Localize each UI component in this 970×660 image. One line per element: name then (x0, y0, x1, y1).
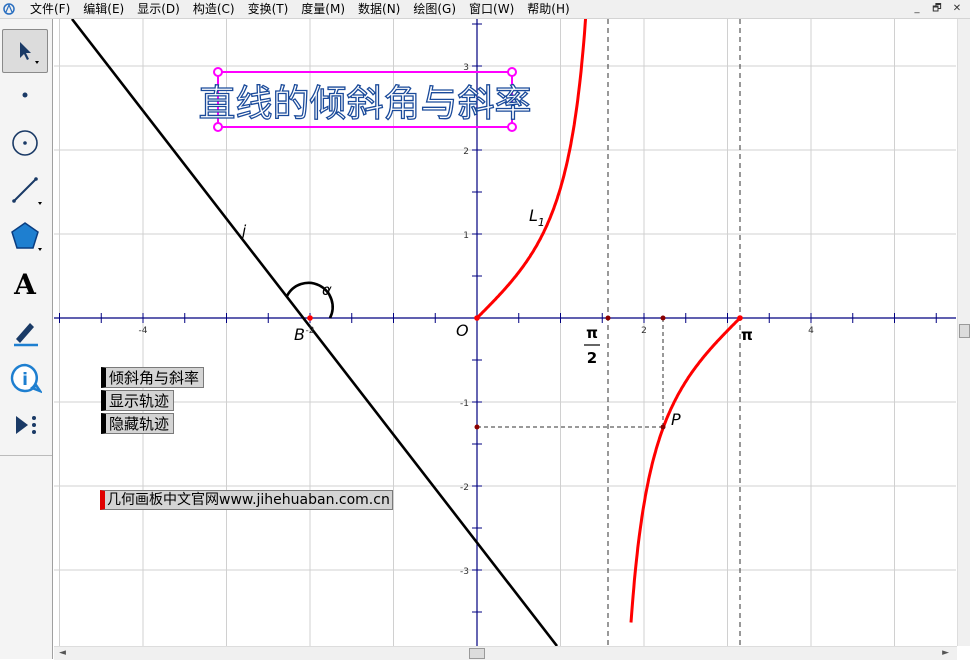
pi-label: π (741, 326, 753, 344)
y-tick-label: -1 (460, 399, 469, 409)
button-show-trace[interactable]: 显示轨迹 (101, 390, 175, 411)
line-j-label: j (240, 222, 247, 240)
polygon-icon (11, 222, 42, 251)
custom-tool[interactable] (2, 404, 48, 446)
minimize-button[interactable]: _ (908, 1, 926, 16)
curve-L1-right[interactable] (629, 316, 742, 623)
title-handle[interactable] (213, 67, 223, 77)
horizontal-scrollbar[interactable]: ◄ ► (54, 646, 957, 660)
menu-item[interactable]: 窗口(W) (469, 1, 514, 17)
information-tool[interactable]: i (2, 357, 48, 399)
pi-half-denominator: 2 (587, 349, 597, 367)
y-tick-label: 2 (463, 147, 469, 157)
point-p[interactable] (660, 424, 666, 430)
point-tool[interactable] (2, 74, 48, 116)
toolbox-divider (0, 455, 52, 456)
menu-item[interactable]: 文件(F) (30, 1, 70, 17)
compass-tool[interactable] (2, 122, 48, 164)
vertical-scroll-thumb[interactable] (959, 324, 970, 338)
menu-item[interactable]: 编辑(E) (83, 1, 124, 17)
y-tick-label: 1 (463, 231, 469, 241)
arrow-icon (20, 42, 39, 64)
compass-icon (12, 130, 38, 156)
y-tick-label: -2 (460, 483, 469, 493)
info-glyph: i (22, 370, 28, 390)
x-tick-label: 2 (641, 326, 647, 336)
close-button[interactable]: ✕ (948, 1, 966, 16)
graph-svg: O B P j α L1 π 2 π -4 -2 2 4321-1-2-3 直线的倾斜… (54, 19, 956, 646)
text-tool-icon: A (14, 267, 36, 301)
custom-tool-icon (16, 416, 36, 434)
y-tick-label: -3 (460, 567, 469, 577)
marker-icon (14, 323, 38, 347)
point-p-label: P (671, 410, 681, 429)
marker-tool[interactable] (2, 311, 48, 353)
information-icon: i (10, 363, 42, 394)
menu-item[interactable]: 数据(N) (358, 1, 400, 17)
app-icon (3, 3, 15, 15)
scroll-left-arrow-icon[interactable]: ◄ (59, 647, 66, 660)
toolbox: A i (0, 19, 53, 659)
vertical-scrollbar[interactable] (957, 19, 970, 646)
menu-item[interactable]: 变换(T) (248, 1, 289, 17)
point-b[interactable] (307, 315, 313, 321)
point-p-y[interactable] (474, 424, 480, 430)
point-icon (22, 92, 28, 98)
website-link-button[interactable]: 几何画板中文官网www.jihehuaban.com.cn (100, 490, 393, 510)
scroll-right-arrow-icon[interactable]: ► (942, 647, 949, 660)
title-handle[interactable] (507, 67, 517, 77)
straightedge-icon (12, 177, 42, 205)
page-title: 直线的倾斜角与斜率 (199, 82, 532, 125)
button-hide-trace[interactable]: 隐藏轨迹 (101, 413, 175, 434)
x-tick-label: -2 (306, 326, 315, 336)
angle-alpha-label: α (322, 281, 332, 299)
text-tool[interactable]: A (2, 263, 48, 305)
point-b-label: B (294, 325, 305, 344)
pi-half-numerator: π (586, 324, 598, 342)
menu-item[interactable]: 绘图(G) (413, 1, 456, 17)
restore-button[interactable]: 🗗 (928, 1, 946, 16)
sketch-canvas[interactable]: O B P j α L1 π 2 π -4 -2 2 4 3 2 1 -1 -2 -3 直线的倾斜… (54, 19, 956, 646)
point-pi-half[interactable] (605, 315, 611, 321)
curve-L1-left[interactable] (475, 19, 588, 320)
x-tick-label: -4 (139, 326, 148, 336)
menu-item[interactable]: 显示(D) (137, 1, 180, 17)
point-pi[interactable] (737, 315, 743, 321)
menu-item[interactable]: 度量(M) (301, 1, 345, 17)
button-incline-slope[interactable]: 倾斜角与斜率 (101, 367, 205, 388)
origin-label: O (456, 321, 469, 340)
menu-bar: 文件(F) 编辑(E) 显示(D) 构造(C) 变换(T) 度量(M) 数据(N) 绘图(G)… (0, 0, 970, 19)
arrow-select-tool[interactable] (2, 29, 48, 73)
menu-item[interactable]: 帮助(H) (527, 1, 569, 17)
point-origin[interactable] (474, 315, 480, 321)
x-tick-label: 4 (808, 326, 814, 336)
straightedge-tool[interactable] (2, 169, 48, 211)
menu-list: 文件(F) 编辑(E) 显示(D) 构造(C) 变换(T) 度量(M) 数据(N) 绘图(G)… (30, 1, 583, 17)
polygon-tool[interactable] (2, 215, 48, 257)
window-controls: _ 🗗 ✕ (908, 1, 966, 16)
point-p-x[interactable] (660, 315, 666, 321)
curve-L1-label: L1 (529, 206, 545, 229)
horizontal-scroll-thumb[interactable] (469, 648, 485, 659)
menu-item[interactable]: 构造(C) (193, 1, 235, 17)
